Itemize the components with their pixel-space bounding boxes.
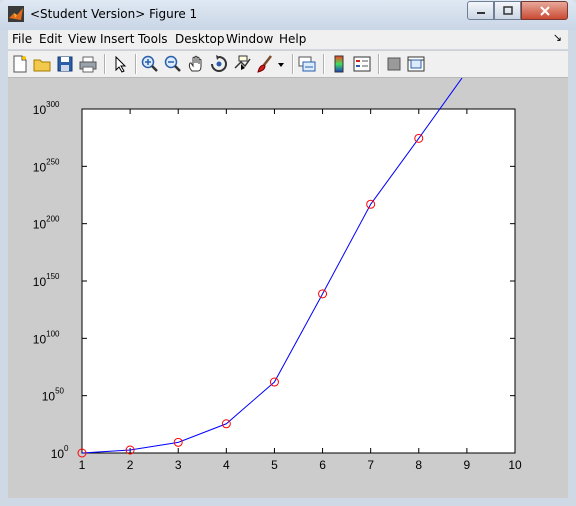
menu-insert[interactable]: Insert xyxy=(100,32,134,46)
menu-desktop[interactable]: Desktop xyxy=(175,32,225,46)
figure-toolbar xyxy=(8,50,568,78)
menu-edit[interactable]: Edit xyxy=(39,32,62,46)
y-tick-label: 10100 xyxy=(33,329,60,346)
open-file-icon[interactable] xyxy=(32,54,52,74)
brush-dropdown-icon[interactable] xyxy=(276,54,286,74)
data-cursor-icon[interactable] xyxy=(232,54,252,74)
x-tick-label: 1 xyxy=(79,458,86,472)
colorbar-icon[interactable] xyxy=(329,54,349,74)
show-plot-tools-icon[interactable] xyxy=(406,54,426,74)
new-figure-icon[interactable] xyxy=(10,54,30,74)
y-tick-label: 10150 xyxy=(33,272,60,289)
title-bar[interactable]: <Student Version> Figure 1 xyxy=(0,0,576,30)
y-tick-label: 100 xyxy=(51,444,69,461)
menu-view[interactable]: View xyxy=(68,32,96,46)
toolbar-separator xyxy=(378,54,379,74)
x-tick-label: 10 xyxy=(508,458,522,472)
x-tick-label: 6 xyxy=(319,458,326,472)
legend-icon[interactable] xyxy=(352,54,372,74)
plot-axes[interactable]: 1 2 3 4 5 6 7 8 9 1010010501010010150102001025010… xyxy=(8,78,568,498)
toolbar-separator xyxy=(323,54,324,74)
plot-area xyxy=(81,108,516,454)
menu-help[interactable]: Help xyxy=(279,32,306,46)
x-tick-label: 7 xyxy=(367,458,374,472)
menu-window[interactable]: Window xyxy=(226,32,273,46)
menu-file[interactable]: File xyxy=(12,32,32,46)
zoom-in-icon[interactable] xyxy=(140,54,160,74)
close-button[interactable] xyxy=(521,1,568,20)
hide-plot-tools-icon[interactable] xyxy=(384,54,404,74)
matlab-logo-icon xyxy=(8,6,24,22)
y-tick-label: 1050 xyxy=(42,387,65,404)
dock-arrow-icon[interactable]: ↘ xyxy=(553,31,562,44)
print-icon[interactable] xyxy=(78,54,98,74)
x-tick-label: 9 xyxy=(464,458,471,472)
menu-tools[interactable]: Tools xyxy=(138,32,168,46)
figure-window: <Student Version> Figure 1 File Edit Vie… xyxy=(0,0,576,506)
zoom-out-icon[interactable] xyxy=(163,54,183,74)
maximize-button[interactable] xyxy=(494,1,521,20)
figure-canvas: 1 2 3 4 5 6 7 8 9 10 100 1050 10100 10150 10200 10250 10… xyxy=(8,78,568,498)
window-title: <Student Version> Figure 1 xyxy=(30,7,198,21)
maximize-icon xyxy=(502,6,513,15)
x-tick-label: 2 xyxy=(127,458,134,472)
toolbar-separator xyxy=(135,54,136,74)
edit-plot-arrow-icon[interactable] xyxy=(110,54,130,74)
y-tick-label: 10300 xyxy=(33,100,60,117)
save-icon[interactable] xyxy=(55,54,75,74)
minimize-button[interactable] xyxy=(467,1,494,20)
x-tick-label: 8 xyxy=(415,458,422,472)
y-tick-label: 10250 xyxy=(33,157,60,174)
x-tick-label: 4 xyxy=(223,458,230,472)
toolbar-separator xyxy=(292,54,293,74)
close-icon xyxy=(539,5,550,16)
menu-bar: File Edit View Insert Tools Desktop Wind… xyxy=(8,30,568,49)
minimize-icon xyxy=(476,11,485,14)
link-plot-icon[interactable] xyxy=(297,54,317,74)
rotate-3d-icon[interactable] xyxy=(209,54,229,74)
toolbar-separator xyxy=(104,54,105,74)
y-tick-label: 10200 xyxy=(33,215,60,232)
x-tick-label: 5 xyxy=(271,458,278,472)
x-tick-label: 3 xyxy=(175,458,182,472)
brush-icon[interactable] xyxy=(255,54,275,74)
pan-hand-icon[interactable] xyxy=(186,54,206,74)
